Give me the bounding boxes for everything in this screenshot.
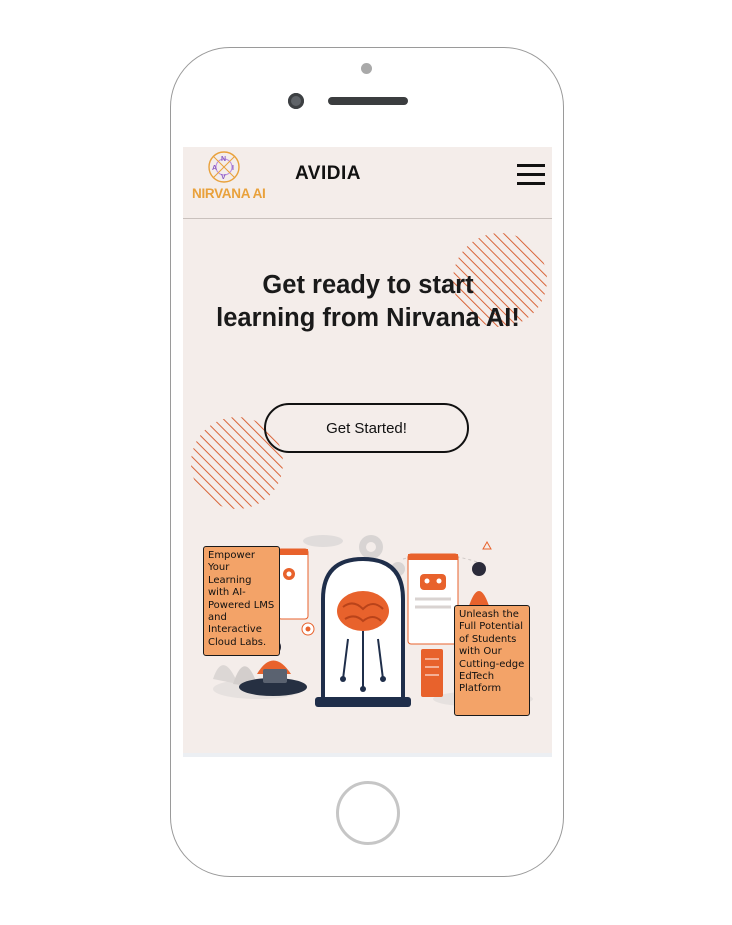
logo-letter-n: N — [221, 156, 226, 163]
earpiece-speaker — [328, 97, 408, 105]
logo-wordmark: NIRVANA AI — [192, 186, 266, 201]
mockup-stage: N A I V NIRVANA AI AVIDIA Get ready to s… — [0, 0, 732, 925]
home-button[interactable] — [336, 781, 400, 845]
brand-title: AVIDIA — [295, 163, 361, 184]
get-started-button[interactable]: Get Started! — [264, 403, 469, 453]
logo-letter-i: I — [232, 165, 234, 172]
callout-right: Unleash the Full Potential of Students w… — [454, 605, 530, 716]
app-header: N A I V NIRVANA AI AVIDIA — [183, 147, 552, 219]
screen-bottom-edge — [183, 753, 552, 757]
logo-letter-v: V — [221, 174, 226, 181]
cloud-icon — [303, 535, 343, 547]
app-screen: N A I V NIRVANA AI AVIDIA Get ready to s… — [183, 147, 552, 757]
proximity-sensor — [361, 63, 372, 74]
logo-letter-a: A — [212, 165, 217, 172]
hamburger-menu-icon[interactable] — [517, 164, 545, 186]
hero-title: Get ready to start learning from Nirvana… — [216, 271, 520, 332]
front-camera — [288, 93, 304, 109]
callout-left: Empower Your Learning with AI-Powered LM… — [203, 546, 280, 656]
